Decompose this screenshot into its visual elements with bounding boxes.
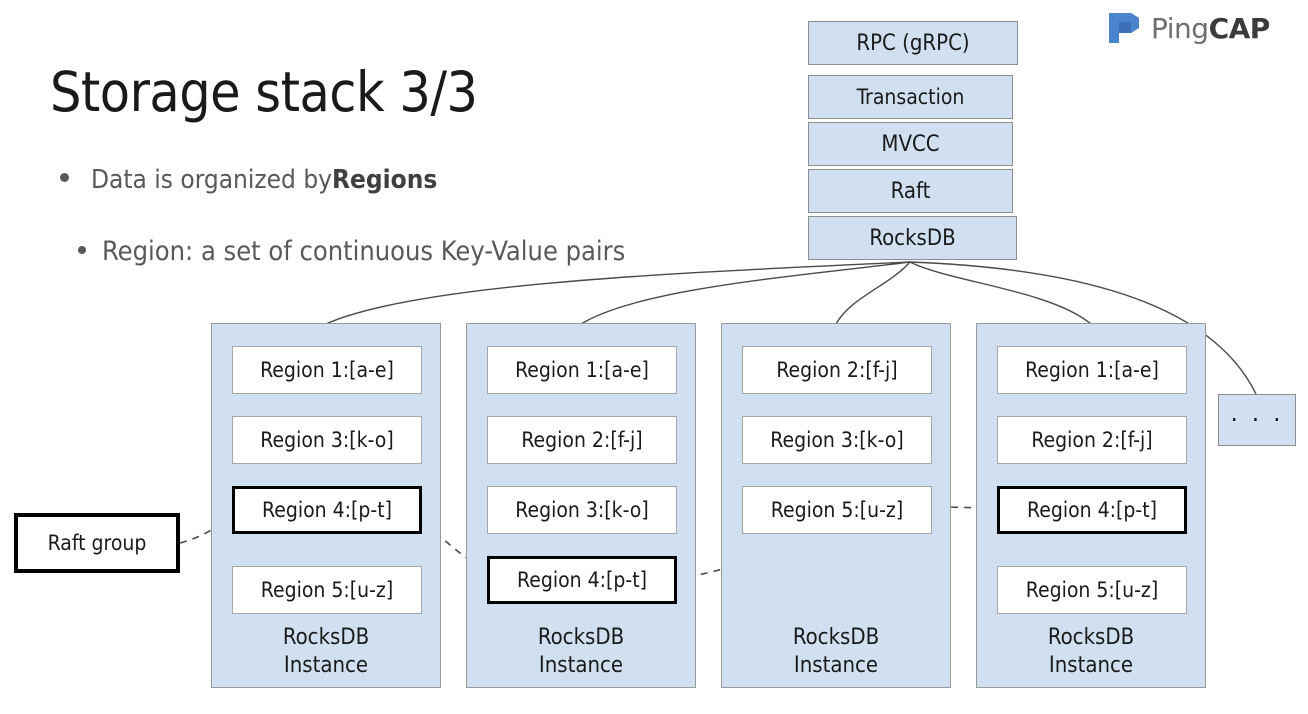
region-box[interactable]: Region 1:[a-e] — [487, 346, 677, 394]
bullet-item-1: Region: a set of continuous Key-Value pa… — [78, 236, 625, 267]
instance-footer-line2: Instance — [1048, 652, 1134, 678]
instance-footer-line1: RocksDB — [1047, 625, 1135, 650]
instance-footer-label: RocksDB Instance — [977, 624, 1205, 679]
stack-layer-raft[interactable]: Raft — [808, 169, 1013, 213]
region-box[interactable]: Region 3:[k-o] — [742, 416, 932, 464]
region-box[interactable]: Region 4:[p-t] — [487, 556, 677, 604]
instance-footer-label: RocksDB Instance — [212, 624, 440, 679]
region-box[interactable]: Region 5:[u-z] — [997, 566, 1187, 614]
brand-wordmark: PingCAP — [1151, 12, 1270, 45]
bullet-dot-icon — [78, 246, 86, 254]
bullet-item-0: Data is organized by Regions — [60, 165, 437, 195]
rocksdb-instance-3[interactable]: Region 2:[f-j] Region 3:[k-o] Region 5:[… — [721, 323, 951, 688]
region-box[interactable]: Region 5:[u-z] — [232, 566, 422, 614]
instance-footer-line2: Instance — [793, 652, 879, 678]
brand-name-light: Ping — [1151, 11, 1209, 45]
region-box[interactable]: Region 2:[f-j] — [487, 416, 677, 464]
connector-to-instance-4 — [909, 261, 1092, 325]
rocksdb-instance-1[interactable]: Region 1:[a-e] Region 3:[k-o] Region 4:[… — [211, 323, 441, 688]
more-instances-ellipsis-box[interactable]: · · · — [1218, 394, 1296, 446]
bullet-emphasis-0: Regions — [332, 165, 438, 195]
region-box[interactable]: Region 1:[a-e] — [232, 346, 422, 394]
stack-layer-transaction[interactable]: Transaction — [808, 75, 1013, 119]
raft-group-callout[interactable]: Raft group — [14, 513, 180, 573]
stack-layer-rocksdb[interactable]: RocksDB — [808, 216, 1017, 260]
region-box[interactable]: Region 2:[f-j] — [997, 416, 1187, 464]
region-box[interactable]: Region 3:[k-o] — [487, 486, 677, 534]
bullet-text-1: Region: a set of continuous Key-Value pa… — [102, 236, 626, 267]
instance-footer-line2: Instance — [538, 652, 624, 678]
rocksdb-instance-2[interactable]: Region 1:[a-e] Region 2:[f-j] Region 3:[… — [466, 323, 696, 688]
brand-name-bold: CAP — [1208, 11, 1271, 45]
instance-footer-line2: Instance — [283, 652, 369, 678]
region-box[interactable]: Region 2:[f-j] — [742, 346, 932, 394]
instance-footer-label: RocksDB Instance — [722, 624, 950, 679]
region-box[interactable]: Region 4:[p-t] — [232, 486, 422, 534]
instance-footer-line1: RocksDB — [537, 625, 625, 650]
connector-to-instance-1 — [325, 261, 911, 325]
pingcap-flag-icon — [1109, 13, 1139, 43]
page-title: Storage stack 3/3 — [50, 60, 478, 124]
region-box[interactable]: Region 1:[a-e] — [997, 346, 1187, 394]
rocksdb-instance-4[interactable]: Region 1:[a-e] Region 2:[f-j] Region 4:[… — [976, 323, 1206, 688]
region-box[interactable]: Region 3:[k-o] — [232, 416, 422, 464]
region-box[interactable]: Region 5:[u-z] — [742, 486, 932, 534]
instance-footer-label: RocksDB Instance — [467, 624, 695, 679]
region-box[interactable]: Region 4:[p-t] — [997, 486, 1187, 534]
bullet-text-0: Data is organized by — [91, 165, 333, 195]
connector-to-instance-3 — [835, 261, 911, 325]
stack-layer-mvcc[interactable]: MVCC — [808, 122, 1013, 166]
bullet-dot-icon — [60, 173, 69, 182]
instance-footer-line1: RocksDB — [792, 625, 880, 650]
stack-layer-rpc[interactable]: RPC (gRPC) — [808, 21, 1018, 65]
connector-to-instance-2 — [580, 261, 911, 325]
instance-footer-line1: RocksDB — [282, 625, 370, 650]
brand-logo: PingCAP — [1106, 10, 1270, 46]
